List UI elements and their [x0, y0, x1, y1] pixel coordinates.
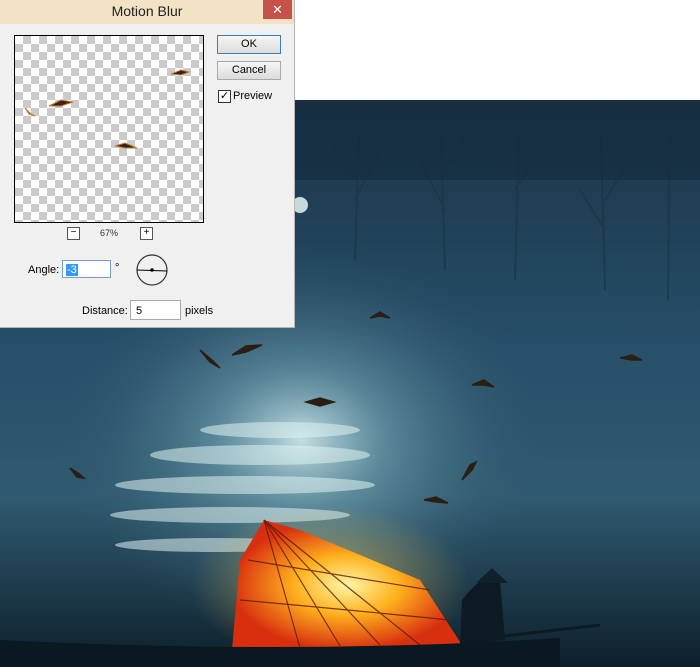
ok-button[interactable]: OK — [217, 35, 281, 54]
close-button[interactable]: ✕ — [263, 0, 292, 19]
preview-label: Preview — [233, 90, 273, 102]
title-bar[interactable]: Motion Blur ✕ — [0, 0, 294, 24]
cancel-button[interactable]: Cancel — [217, 61, 281, 80]
angle-input[interactable]: -3 — [62, 260, 111, 278]
angle-label: Angle: — [28, 264, 60, 276]
zoom-in-button[interactable]: + — [140, 227, 153, 240]
dialog-title: Motion Blur — [111, 3, 183, 19]
preview-checkbox[interactable]: ✓ — [218, 90, 231, 103]
angle-dial[interactable] — [135, 253, 169, 287]
close-icon: ✕ — [272, 2, 283, 17]
checkmark-icon: ✓ — [219, 90, 230, 102]
preview-pane[interactable] — [14, 35, 204, 223]
preview-image — [24, 69, 191, 149]
distance-unit-label: pixels — [185, 305, 214, 317]
degree-symbol: ° — [115, 262, 120, 274]
angle-value: -3 — [66, 264, 78, 276]
zoom-level: 67% — [99, 228, 118, 238]
distance-label: Distance: — [82, 305, 128, 317]
distance-input[interactable]: 5 — [130, 300, 181, 320]
zoom-out-button[interactable]: − — [67, 227, 80, 240]
motion-blur-dialog: Motion Blur ✕ − 67% + OK Cancel ✓ Previe… — [0, 0, 295, 328]
